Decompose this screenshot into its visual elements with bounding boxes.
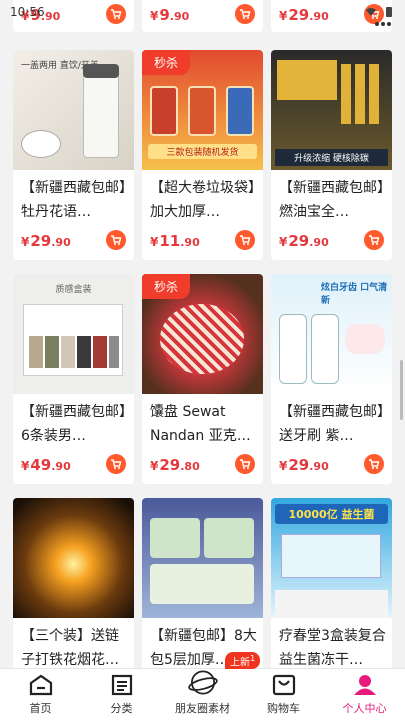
add-to-cart-button[interactable] — [364, 454, 384, 474]
tab-profile[interactable]: 个人中心 — [324, 669, 405, 720]
product-card[interactable]: 升级浓缩 硬核除碳 【新疆西藏包邮】燃油宝全… ¥29.90 — [271, 50, 392, 260]
tab-category[interactable]: 分类 — [81, 669, 162, 720]
status-bar: 10:56 — [0, 0, 405, 24]
battery-icon — [386, 7, 392, 17]
product-image[interactable]: 升级浓缩 硬核除碳 — [271, 50, 392, 170]
cart-icon — [369, 459, 380, 469]
product-card[interactable]: 10000亿 益生菌 疗春堂3盒装复合益生菌冻干… — [271, 498, 392, 668]
new-count: 1 — [250, 653, 256, 663]
add-to-cart-button[interactable] — [106, 230, 126, 250]
new-badge: 上新1 — [225, 652, 261, 670]
cart-icon — [240, 235, 251, 245]
bottom-tabbar: 首页 分类 朋友圈素材 购物车 个人中心 — [0, 668, 405, 720]
product-title: 【新疆西藏包邮】牡丹花语… — [21, 180, 126, 220]
cart-icon — [240, 459, 251, 469]
product-card[interactable]: 秒杀 馕盘 Sewat Nandan 亚克… ¥29.80 — [142, 274, 263, 484]
cart-icon — [111, 235, 122, 245]
product-price: ¥29.80 — [150, 456, 200, 474]
product-card[interactable]: 质感盒装 【新疆西藏包邮】6条装男… ¥49.90 — [13, 274, 134, 484]
product-price: ¥49.90 — [21, 456, 71, 474]
shopping-bag-icon — [272, 674, 295, 696]
product-image[interactable]: 质感盒装 — [13, 274, 134, 394]
thumb-caption: 升级浓缩 硬核除碳 — [275, 149, 388, 166]
tab-label: 首页 — [29, 702, 52, 715]
home-icon — [29, 674, 52, 696]
product-image[interactable] — [142, 498, 263, 618]
cart-icon — [111, 459, 122, 469]
status-icons — [365, 6, 395, 18]
tab-label: 个人中心 — [342, 702, 387, 715]
user-icon — [353, 675, 376, 695]
thumb-caption: 炫白牙齿 口气清新 — [321, 283, 388, 306]
product-grid: ¥9.90 ¥9.90 ¥29.90 一盖两用 直饮/开盖 【新疆西藏包邮】牡丹… — [0, 0, 405, 668]
tab-label: 分类 — [110, 702, 133, 715]
product-card[interactable]: 三款包装随机发货 秒杀 【超大卷垃圾袋】加大加厚… ¥11.90 — [142, 50, 263, 260]
product-title: 【三个装】送链子打铁花烟花… — [21, 628, 119, 668]
product-price: ¥29.90 — [279, 232, 329, 250]
add-to-cart-button[interactable] — [235, 230, 255, 250]
more-options-icon[interactable] — [375, 22, 391, 28]
add-to-cart-button[interactable] — [235, 454, 255, 474]
product-title: 【新疆西藏包邮】燃油宝全… — [279, 180, 384, 220]
product-title: 【超大卷垃圾袋】加大加厚… — [150, 180, 255, 220]
product-image[interactable]: 一盖两用 直饮/开盖 — [13, 50, 134, 170]
thumb-caption: 三款包装随机发货 — [148, 144, 257, 159]
seckill-badge: 秒杀 — [142, 50, 191, 75]
thumb-caption: 质感盒装 — [55, 285, 92, 295]
tab-label: 购物车 — [267, 702, 300, 715]
tab-label: 朋友圈素材 — [175, 702, 230, 715]
product-image[interactable] — [13, 498, 134, 618]
tab-home[interactable]: 首页 — [0, 669, 81, 720]
wifi-icon — [366, 8, 376, 16]
product-card[interactable]: 炫白牙齿 口气清新 【新疆西藏包邮】送牙刷 紫… ¥29.90 — [271, 274, 392, 484]
thumb-caption: 10000亿 益生菌 — [275, 504, 388, 524]
tab-cart[interactable]: 购物车 — [243, 669, 324, 720]
product-card[interactable]: 【新疆包邮】8大包5层加厚… — [142, 498, 263, 668]
cart-icon — [369, 235, 380, 245]
product-price: ¥11.90 — [150, 232, 200, 250]
scrollbar[interactable] — [400, 360, 403, 420]
product-card[interactable]: 一盖两用 直饮/开盖 【新疆西藏包邮】牡丹花语… ¥29.90 — [13, 50, 134, 260]
product-price: ¥29.90 — [279, 456, 329, 474]
product-title: 【新疆西藏包邮】6条装男… — [21, 404, 126, 444]
add-to-cart-button[interactable] — [364, 230, 384, 250]
tab-moments-materials[interactable]: 朋友圈素材 — [162, 669, 243, 720]
product-card[interactable]: 【三个装】送链子打铁花烟花… — [13, 498, 134, 668]
add-to-cart-button[interactable] — [106, 454, 126, 474]
product-image[interactable]: 10000亿 益生菌 — [271, 498, 392, 618]
product-title: 【新疆西藏包邮】送牙刷 紫… — [279, 404, 384, 444]
product-title: 馕盘 Sewat Nandan 亚克… — [150, 404, 251, 444]
seckill-badge: 秒杀 — [142, 274, 191, 299]
status-time: 10:56 — [10, 5, 45, 19]
product-image[interactable]: 炫白牙齿 口气清新 — [271, 274, 392, 394]
product-title: 疗春堂3盒装复合益生菌冻干… — [279, 628, 386, 668]
planet-icon — [187, 670, 218, 695]
product-price: ¥29.90 — [21, 232, 71, 250]
list-icon — [111, 674, 132, 696]
